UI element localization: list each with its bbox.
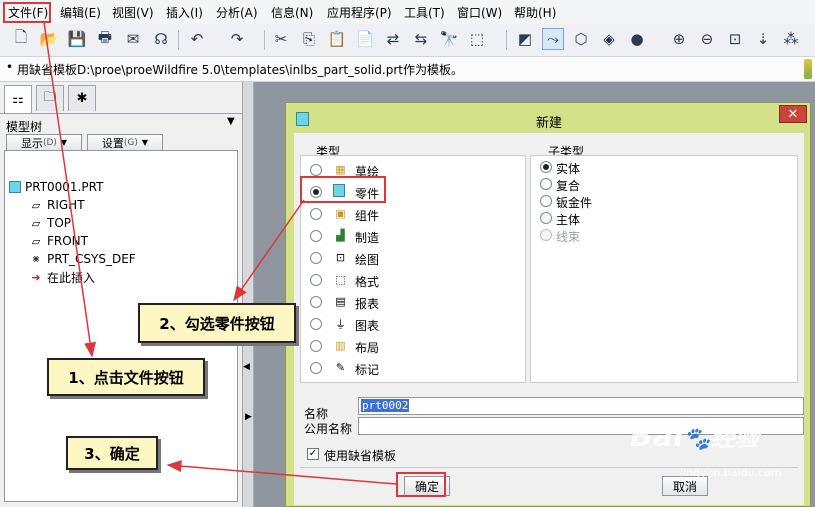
arrow-step2 — [233, 199, 305, 302]
callout-step2: 2、勾选零件按钮 — [138, 303, 296, 343]
watermark-brand: Bai🐾经验 — [630, 419, 759, 454]
watermark-url: jingyan.baidu.com — [680, 466, 782, 479]
paw-icon: 🐾 — [683, 427, 711, 452]
arrow-step3 — [166, 460, 397, 485]
arrow-step1 — [43, 21, 97, 358]
callout-step1: 1、点击文件按钮 — [47, 358, 205, 396]
callout-step3: 3、确定 — [66, 436, 158, 470]
